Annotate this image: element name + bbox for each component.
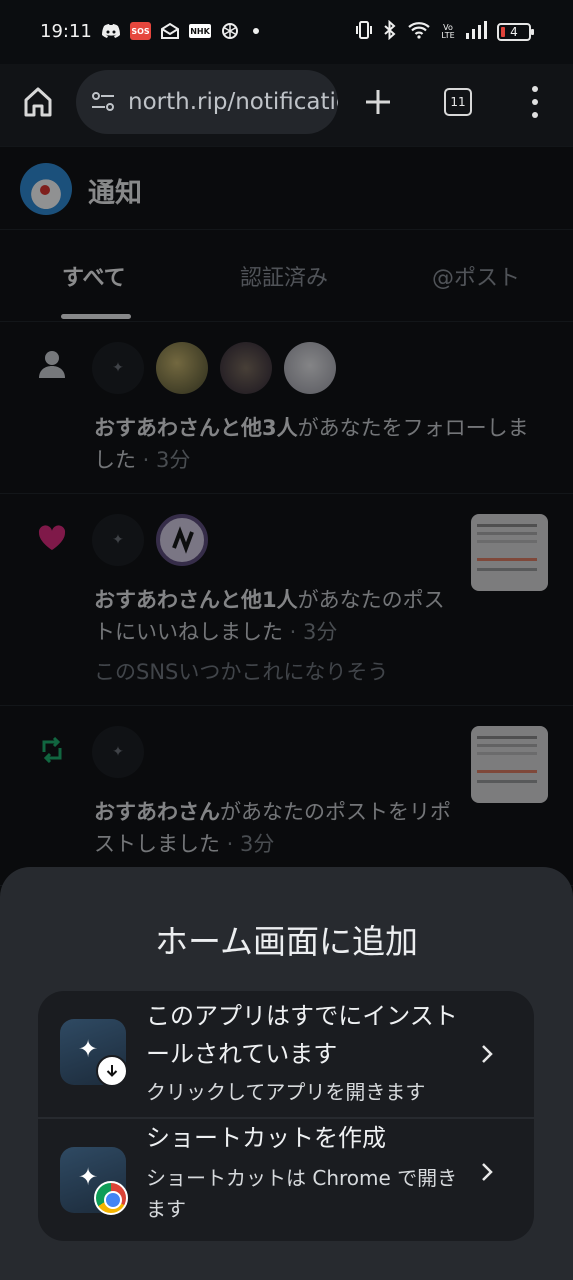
- battery-icon: 4: [497, 23, 534, 41]
- sheet-options: ✦ このアプリはすでにインストールされています クリックしてアプリを開きます ✦…: [38, 991, 534, 1241]
- site-settings-icon[interactable]: [90, 90, 116, 114]
- sparkle-avatar: ✦: [92, 342, 144, 394]
- volte-icon: Vo LTE: [441, 23, 455, 40]
- address-bar[interactable]: north.rip/notifications: [76, 70, 338, 134]
- page-title: 通知: [88, 178, 142, 209]
- option-title: ショートカットを作成: [146, 1124, 386, 1152]
- download-badge-icon: [96, 1055, 128, 1087]
- avatar[interactable]: [220, 342, 272, 394]
- mail-icon: [159, 22, 181, 40]
- post-preview: このSNSいつかこれになりそう: [94, 660, 389, 684]
- sheet-title: ホーム画面に追加: [154, 922, 418, 961]
- more-menu-icon[interactable]: [530, 86, 540, 118]
- tab-mentions[interactable]: @ポスト: [432, 260, 520, 292]
- tab-all[interactable]: すべて: [62, 260, 126, 292]
- avatar[interactable]: [156, 514, 208, 566]
- chevron-right-icon: [478, 1161, 496, 1183]
- status-time: 19:11: [40, 21, 92, 42]
- list-item[interactable]: ✦ おすあわさんと他1人があなたのポストにいいねしました · 3分 このSNSい…: [0, 494, 573, 706]
- browser-toolbar: north.rip/notifications 11: [0, 64, 573, 146]
- chrome-shortcut-icon: ✦: [60, 1147, 128, 1215]
- add-to-home-sheet: ホーム画面に追加 ✦ このアプリはすでにインストールされています クリックしてア…: [0, 867, 573, 1280]
- create-shortcut-option[interactable]: ✦ ショートカットを作成 ショートカットは Chrome で開きます: [38, 1119, 534, 1241]
- notification-time: · 3分: [136, 448, 191, 472]
- chevron-right-icon: [478, 1043, 496, 1065]
- notification-time: · 3分: [220, 832, 275, 856]
- tab-verified[interactable]: 認証済み: [240, 260, 328, 292]
- wifi-icon: [407, 21, 431, 43]
- option-subtitle: クリックしてアプリを開きます: [146, 1080, 426, 1104]
- bluetooth-icon: [383, 19, 397, 44]
- repost-icon: [36, 734, 68, 766]
- avatar[interactable]: [284, 342, 336, 394]
- notification-actor: おすあわさんと他1人: [94, 588, 298, 612]
- home-icon[interactable]: [22, 84, 54, 120]
- post-thumbnail[interactable]: [471, 726, 548, 803]
- person-icon: [36, 348, 68, 380]
- vibrate-icon: [355, 20, 373, 44]
- notification-text: おすあわさんと他1人があなたのポストにいいねしました · 3分: [94, 584, 453, 648]
- chatgpt-icon: [219, 22, 241, 40]
- notification-text: おすあわさんがあなたのポストをリポストしました · 3分: [94, 796, 453, 860]
- sparkle-avatar: ✦: [92, 726, 144, 778]
- app-download-icon: ✦: [60, 1019, 128, 1087]
- heart-icon: [36, 522, 68, 554]
- notification-time: · 3分: [283, 620, 338, 644]
- option-title: このアプリはすでにインストールされています: [146, 1002, 458, 1068]
- signal-icon: [465, 21, 487, 43]
- notification-tabs: すべて 認証済み @ポスト: [0, 230, 573, 322]
- avatar[interactable]: [156, 342, 208, 394]
- post-thumbnail[interactable]: [471, 514, 548, 591]
- sparkle-avatar: ✦: [92, 514, 144, 566]
- notification-text: おすあわさんと他3人があなたをフォローしました · 3分: [94, 412, 537, 476]
- status-bar: 19:11 SOS NHK Vo LTE 4: [0, 0, 573, 64]
- notification-actor: おすあわさん: [94, 800, 220, 824]
- tab-switcher-button[interactable]: 11: [444, 88, 472, 116]
- avatar[interactable]: [20, 163, 72, 215]
- notification-actor: おすあわさんと他3人: [94, 416, 298, 440]
- list-item[interactable]: ✦ おすあわさんがあなたのポストをリポストしました · 3分: [0, 706, 573, 886]
- open-installed-app-option[interactable]: ✦ このアプリはすでにインストールされています クリックしてアプリを開きます: [38, 991, 534, 1117]
- list-item[interactable]: ✦ おすあわさんと他3人があなたをフォローしました · 3分: [0, 322, 573, 494]
- option-subtitle: ショートカットは Chrome で開きます: [146, 1166, 458, 1221]
- active-tab-indicator: [61, 314, 131, 319]
- more-notifications-dot: [253, 28, 259, 34]
- battery-level: 4: [510, 25, 518, 39]
- new-tab-icon[interactable]: [362, 86, 394, 118]
- page-header: 通知: [0, 146, 573, 230]
- discord-icon: [100, 22, 122, 40]
- url-text[interactable]: north.rip/notifications: [128, 89, 338, 115]
- sos-icon: SOS: [130, 22, 151, 40]
- nhk-icon: NHK: [189, 24, 211, 38]
- chrome-icon: [94, 1181, 128, 1215]
